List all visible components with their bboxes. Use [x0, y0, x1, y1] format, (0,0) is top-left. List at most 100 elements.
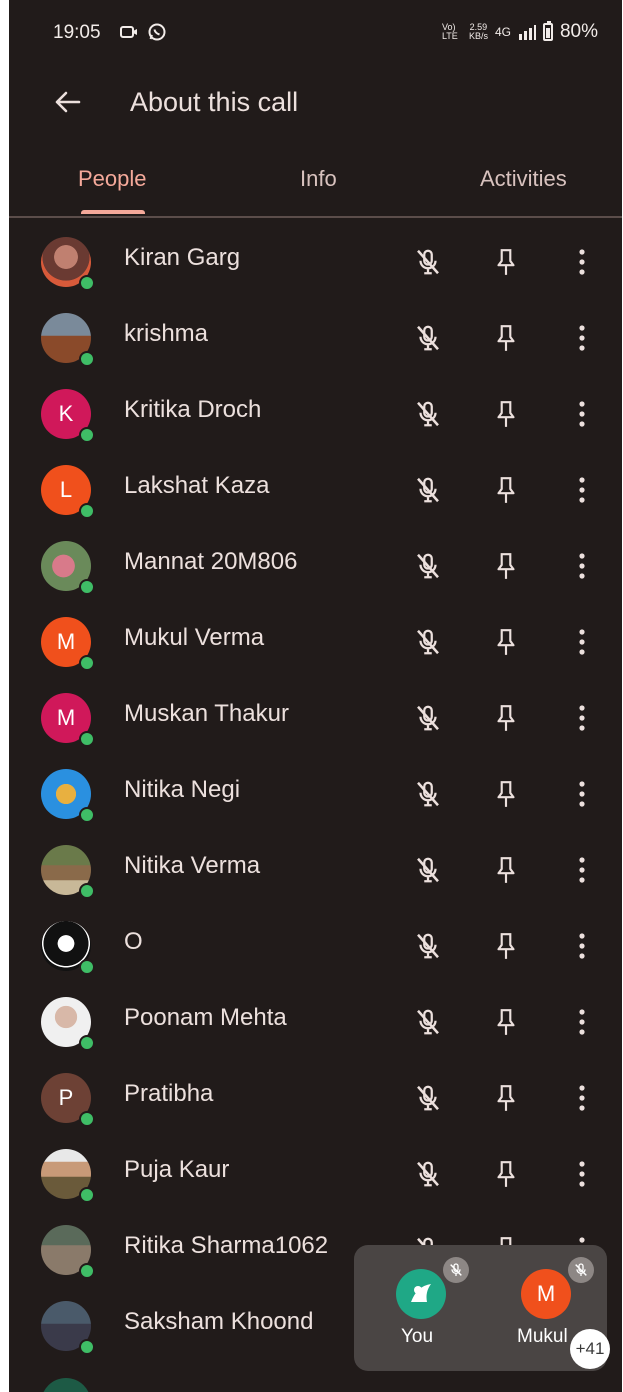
pin-button[interactable] — [490, 778, 522, 810]
avatar-initial: M — [56, 705, 76, 730]
participant-row[interactable]: Nitika Verma — [9, 832, 622, 908]
participant-name: Saksham Khoond — [124, 1308, 314, 1335]
more-options-button[interactable] — [566, 1006, 598, 1038]
pin-icon — [497, 1161, 515, 1187]
more-vert-icon — [579, 1161, 585, 1187]
more-vert-icon — [579, 325, 585, 351]
avatar-initial: M — [56, 629, 76, 654]
mute-button[interactable] — [412, 246, 444, 278]
participant-row[interactable]: krishma — [9, 300, 622, 376]
floating-call-tiles[interactable]: You M Mukul — [354, 1245, 607, 1371]
participant-row[interactable]: P Pratibha — [9, 1060, 622, 1136]
more-vert-icon — [579, 249, 585, 275]
pin-icon — [497, 1009, 515, 1035]
tile-you-muted — [443, 1257, 469, 1283]
participant-row[interactable]: L Lakshat Kaza — [9, 452, 622, 528]
tab-people[interactable]: People — [78, 166, 147, 192]
participant-name: Nitika Negi — [124, 776, 241, 803]
pin-button[interactable] — [490, 474, 522, 506]
online-status-dot — [79, 1263, 95, 1279]
pin-button[interactable] — [490, 550, 522, 582]
mute-button[interactable] — [412, 322, 444, 354]
more-vert-icon — [579, 477, 585, 503]
more-options-button[interactable] — [566, 854, 598, 886]
participant-row[interactable]: M Mukul Verma — [9, 604, 622, 680]
pin-button[interactable] — [490, 930, 522, 962]
tile-mukul-avatar: M — [521, 1269, 571, 1319]
mute-button[interactable] — [412, 626, 444, 658]
participant-name: Lakshat Kaza — [124, 472, 270, 499]
mute-button[interactable] — [412, 474, 444, 506]
mute-button[interactable] — [412, 550, 444, 582]
more-options-button[interactable] — [566, 246, 598, 278]
participant-name: Mukul Verma — [124, 624, 265, 651]
app-header: About this call — [9, 70, 622, 136]
pin-icon — [497, 325, 515, 351]
mute-button[interactable] — [412, 778, 444, 810]
mute-button[interactable] — [412, 1082, 444, 1114]
status-bar: 19:05 Vo) LTE 2.59 KB/s 4G 80% — [9, 0, 622, 66]
more-options-button[interactable] — [566, 1082, 598, 1114]
pin-button[interactable] — [490, 1082, 522, 1114]
tab-info[interactable]: Info — [300, 166, 337, 192]
tile-you-label: You — [401, 1326, 434, 1347]
more-vert-icon — [579, 1009, 585, 1035]
pin-button[interactable] — [490, 626, 522, 658]
more-options-button[interactable] — [566, 778, 598, 810]
participant-row[interactable]: K Kritika Droch — [9, 376, 622, 452]
tile-you-avatar — [396, 1269, 446, 1319]
participant-row[interactable]: Poonam Mehta — [9, 984, 622, 1060]
notification-icons — [119, 22, 167, 42]
participant-row[interactable]: Mannat 20M806 — [9, 528, 622, 604]
mute-button[interactable] — [412, 1006, 444, 1038]
participant-row[interactable]: M Muskan Thakur — [9, 680, 622, 756]
more-options-button[interactable] — [566, 626, 598, 658]
online-status-dot — [79, 1187, 95, 1203]
participant-row[interactable]: Kiran Garg — [9, 224, 622, 300]
mute-button[interactable] — [412, 930, 444, 962]
more-options-button[interactable] — [566, 474, 598, 506]
mic-off-icon — [575, 1263, 587, 1276]
network-type: 4G — [494, 25, 511, 39]
pin-button[interactable] — [490, 702, 522, 734]
mute-button[interactable] — [412, 702, 444, 734]
pin-icon — [497, 857, 515, 883]
pin-button[interactable] — [490, 1158, 522, 1190]
participant-name: Muskan Thakur — [124, 700, 289, 727]
mic-off-icon — [417, 629, 439, 655]
page-title: About this call — [130, 87, 299, 117]
mute-button[interactable] — [412, 1158, 444, 1190]
user-photo-icon — [411, 1284, 431, 1302]
pin-icon — [497, 705, 515, 731]
back-button[interactable] — [49, 84, 85, 120]
avatar — [41, 1378, 91, 1392]
more-options-button[interactable] — [566, 322, 598, 354]
tile-mukul-muted — [568, 1257, 594, 1283]
pin-button[interactable] — [490, 398, 522, 430]
participant-row[interactable]: Nitika Negi — [9, 756, 622, 832]
more-options-button[interactable] — [566, 398, 598, 430]
more-options-button[interactable] — [566, 550, 598, 582]
lte-indicator: Vo) LTE — [441, 22, 458, 41]
tab-bar: People Info Activities — [9, 150, 622, 218]
online-status-dot — [79, 1339, 95, 1355]
network-speed: 2.59 KB/s — [469, 23, 488, 41]
more-vert-icon — [579, 933, 585, 959]
mute-button[interactable] — [412, 398, 444, 430]
whatsapp-icon — [148, 23, 166, 41]
pin-button[interactable] — [490, 1006, 522, 1038]
mic-off-icon — [450, 1263, 462, 1276]
pin-button[interactable] — [490, 854, 522, 886]
pin-button[interactable] — [490, 322, 522, 354]
mute-button[interactable] — [412, 854, 444, 886]
participant-row[interactable]: O — [9, 908, 622, 984]
more-options-button[interactable] — [566, 930, 598, 962]
pin-icon — [497, 249, 515, 275]
tab-activities[interactable]: Activities — [480, 166, 567, 192]
more-options-button[interactable] — [566, 1158, 598, 1190]
pin-button[interactable] — [490, 246, 522, 278]
participant-row[interactable]: Puja Kaur — [9, 1136, 622, 1212]
more-options-button[interactable] — [566, 702, 598, 734]
participant-name: Kiran Garg — [124, 244, 241, 271]
more-participants-badge[interactable]: +41 — [570, 1329, 610, 1369]
